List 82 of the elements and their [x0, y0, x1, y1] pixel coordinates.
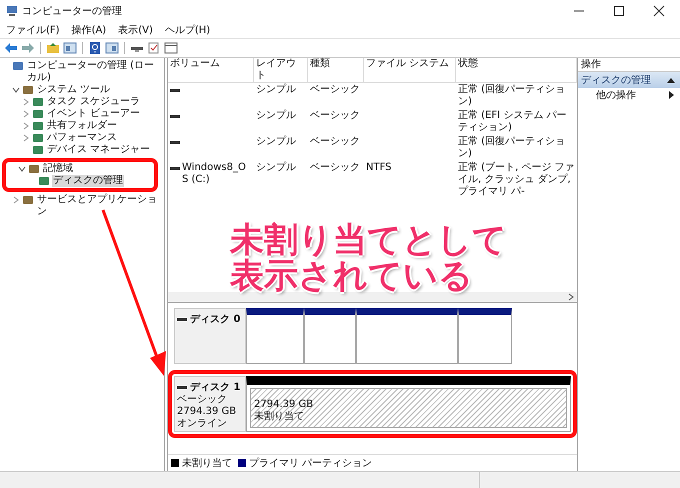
tree-node-icon	[32, 108, 44, 120]
tree-node-icon	[28, 163, 40, 175]
help-book-icon[interactable]	[88, 42, 102, 54]
disk-size: 2794.39 GB	[177, 406, 238, 418]
table-cell-text: ベーシック	[309, 161, 361, 175]
tree-item[interactable]: サービスとアプリケーション	[0, 194, 164, 218]
disk-name: ディスク 1	[190, 381, 240, 394]
chevron-down-icon	[18, 165, 26, 173]
menu-item[interactable]: 操作(A)	[72, 23, 106, 37]
disk-name: ディスク 0	[190, 313, 240, 326]
menu-item[interactable]: ヘルプ(H)	[164, 23, 210, 37]
window-icon[interactable]	[164, 42, 178, 54]
collapse-triangle-icon	[667, 77, 675, 83]
tree-item[interactable]: 共有フォルダー	[0, 120, 164, 132]
partition-block[interactable]: 2794.39 GB 未割り当て	[246, 376, 571, 432]
column-header[interactable]: 状態	[456, 58, 577, 83]
tree-node-icon	[32, 120, 44, 132]
disk-type: ベーシック	[177, 394, 228, 406]
drive-icon	[170, 139, 180, 145]
column-header[interactable]: ファイル システム	[364, 58, 456, 83]
tree-item[interactable]: コンピューターの管理 (ローカル)	[0, 60, 164, 84]
tree-node-icon	[32, 96, 44, 108]
tree-node-icon	[38, 175, 50, 187]
folder-icon[interactable]	[46, 42, 60, 54]
menu-item[interactable]: ファイル(F)	[6, 23, 60, 37]
table-cell-text: シンプル	[255, 161, 297, 175]
legend-label: 未割り当て	[182, 456, 232, 470]
table-cell-text: シンプル	[255, 83, 297, 97]
table-cell-text: NTFS	[365, 161, 393, 175]
tree-item[interactable]: デバイス マネージャー	[0, 144, 164, 156]
partition-block[interactable]	[304, 308, 356, 364]
chevron-down-icon	[12, 86, 20, 94]
tree-node-icon	[32, 144, 44, 156]
table-cell-text: 正常 (回復パーティション)	[457, 83, 566, 109]
panel-icon[interactable]	[63, 42, 77, 54]
tree-node-icon	[32, 132, 44, 144]
tree-item[interactable]: ディスクの管理	[6, 175, 154, 187]
table-cell-text: シンプル	[255, 135, 297, 149]
partition-block[interactable]	[356, 308, 458, 364]
disk-status: オンライン	[177, 418, 228, 430]
table-cell-text: シンプル	[255, 109, 297, 123]
computer-icon	[6, 5, 18, 17]
drive-icon	[177, 316, 187, 322]
tree-item[interactable]: タスク スケジューラ	[0, 96, 164, 108]
tree-item[interactable]: システム ツール	[0, 84, 164, 96]
chevron-right-icon[interactable]	[567, 293, 575, 301]
table-cell-text: 正常 (ブート, ページ ファイル, クラッシュ ダンプ, プライマリ パ-	[457, 161, 576, 199]
drive-icon	[170, 113, 180, 119]
actions-section[interactable]: ディスクの管理	[578, 72, 680, 88]
tree-item[interactable]: イベント ビューアー	[0, 108, 164, 120]
action-item[interactable]: 他の操作	[578, 88, 680, 102]
tree-node-icon	[22, 84, 34, 96]
column-header[interactable]: レイアウト	[254, 58, 308, 83]
callout-text: 未割り当てとして 表示されている	[230, 222, 507, 294]
volume-name: Windows8_OS (C:)	[182, 162, 247, 186]
partition-size: 2794.39 GB	[254, 399, 314, 410]
table-cell-text: ベーシック	[309, 135, 361, 149]
checklist-icon[interactable]	[147, 42, 161, 54]
legend-label: プライマリ パーティション	[249, 456, 372, 470]
column-header[interactable]: ボリューム	[168, 58, 254, 83]
tree-node-icon	[22, 194, 34, 206]
drive-icon	[177, 384, 187, 390]
drive-icon	[170, 165, 180, 171]
table-cell-text: ベーシック	[309, 109, 361, 123]
tree-item[interactable]: 記憶域	[6, 163, 154, 175]
expand-triangle-icon	[669, 91, 674, 99]
tree-item[interactable]: パフォーマンス	[0, 132, 164, 144]
drive-icon	[170, 87, 180, 93]
chevron-right-icon	[12, 196, 20, 204]
window-title: コンピューターの管理	[22, 5, 122, 18]
partition-label: 未割り当て	[254, 411, 305, 423]
partition-block[interactable]	[246, 308, 304, 364]
table-cell-text: ベーシック	[309, 83, 361, 97]
back-arrow-icon[interactable]	[4, 42, 18, 54]
partition-block[interactable]	[458, 308, 512, 364]
table-cell-text: 正常 (EFI システム パーティション)	[457, 109, 568, 135]
horizontal-scrollbar[interactable]	[168, 292, 577, 302]
tree-node-icon	[12, 60, 24, 72]
panel-icon[interactable]	[105, 42, 119, 54]
table-cell-text: 正常 (回復パーティション)	[457, 135, 566, 161]
column-header[interactable]: 種類	[308, 58, 364, 83]
menu-item[interactable]: 表示(V)	[118, 23, 153, 37]
